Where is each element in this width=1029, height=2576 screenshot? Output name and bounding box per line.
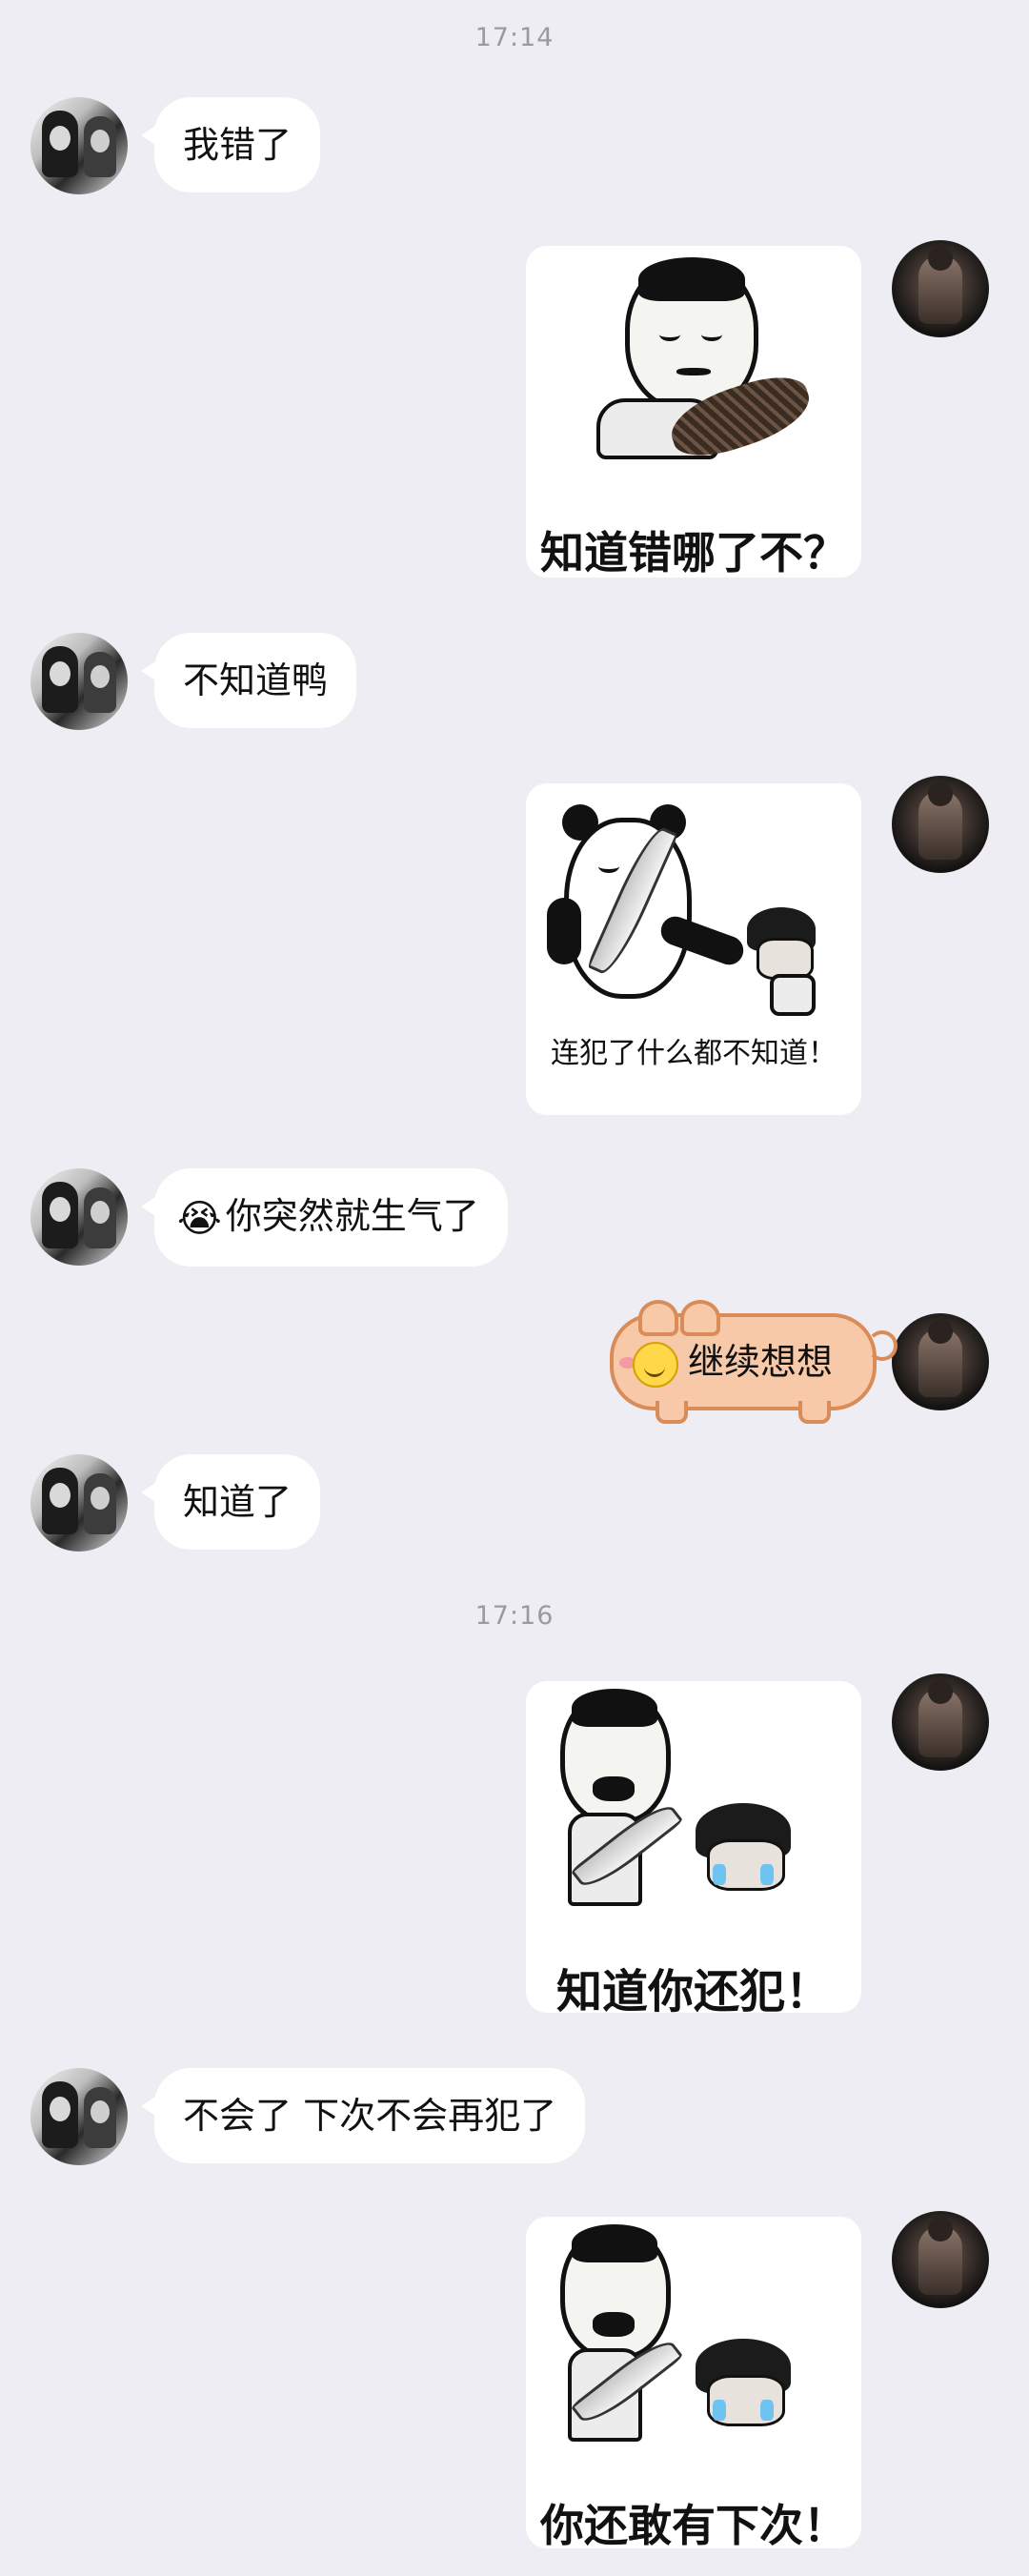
message-bubble[interactable]: 不会了 下次不会再犯了	[140, 2068, 586, 2163]
message-bubble[interactable]: 知道了	[140, 1454, 321, 1550]
message-bubble[interactable]: 我错了	[140, 97, 321, 193]
message-text: 知道了	[183, 1481, 293, 1523]
my-avatar[interactable]	[892, 2211, 989, 2308]
message-text: 不知道鸭	[183, 659, 329, 701]
my-avatar[interactable]	[892, 240, 989, 337]
contact-avatar[interactable]	[30, 1168, 128, 1266]
message-text: 继续想想	[688, 1341, 834, 1383]
sticker-caption: 知道你还犯！	[555, 1965, 831, 2013]
my-avatar[interactable]	[892, 1673, 989, 1771]
timestamp: 17:16	[474, 1601, 555, 1631]
sticker-caption: 连犯了什么都不知道！	[551, 1037, 837, 1070]
sticker-caption: 知道错哪了不？	[540, 527, 847, 578]
message-text: 你突然就生气了	[225, 1195, 479, 1237]
contact-avatar[interactable]	[30, 633, 128, 730]
timestamp: 17:14	[474, 23, 555, 52]
contact-avatar[interactable]	[30, 1454, 128, 1552]
sticker-panda-with-sword[interactable]: 连犯了什么都不知道！	[526, 783, 861, 1115]
sticker-man-with-knife[interactable]: 你还敢有下次！	[526, 2217, 861, 2548]
contact-avatar[interactable]	[30, 2068, 128, 2165]
my-avatar[interactable]	[892, 1313, 989, 1410]
message-bubble[interactable]: 不知道鸭	[140, 633, 357, 728]
message-text: 不会了 下次不会再犯了	[183, 2095, 557, 2137]
message-bubble[interactable]: 😭 你突然就生气了	[141, 1168, 508, 1267]
sticker-caption: 你还敢有下次！	[540, 2500, 847, 2548]
sticker-man-with-knife[interactable]: 知道你还犯！	[526, 1681, 861, 2013]
message-text: 我错了	[183, 124, 293, 166]
sticker-man-with-feather-duster[interactable]: 知道错哪了不？	[526, 246, 861, 578]
crying-emoji-icon: 😭	[177, 1196, 222, 1241]
contact-avatar[interactable]	[30, 97, 128, 194]
pig-message-bubble[interactable]: 继续想想	[610, 1300, 898, 1424]
my-avatar[interactable]	[892, 776, 989, 873]
smile-emoji-icon	[633, 1342, 678, 1388]
